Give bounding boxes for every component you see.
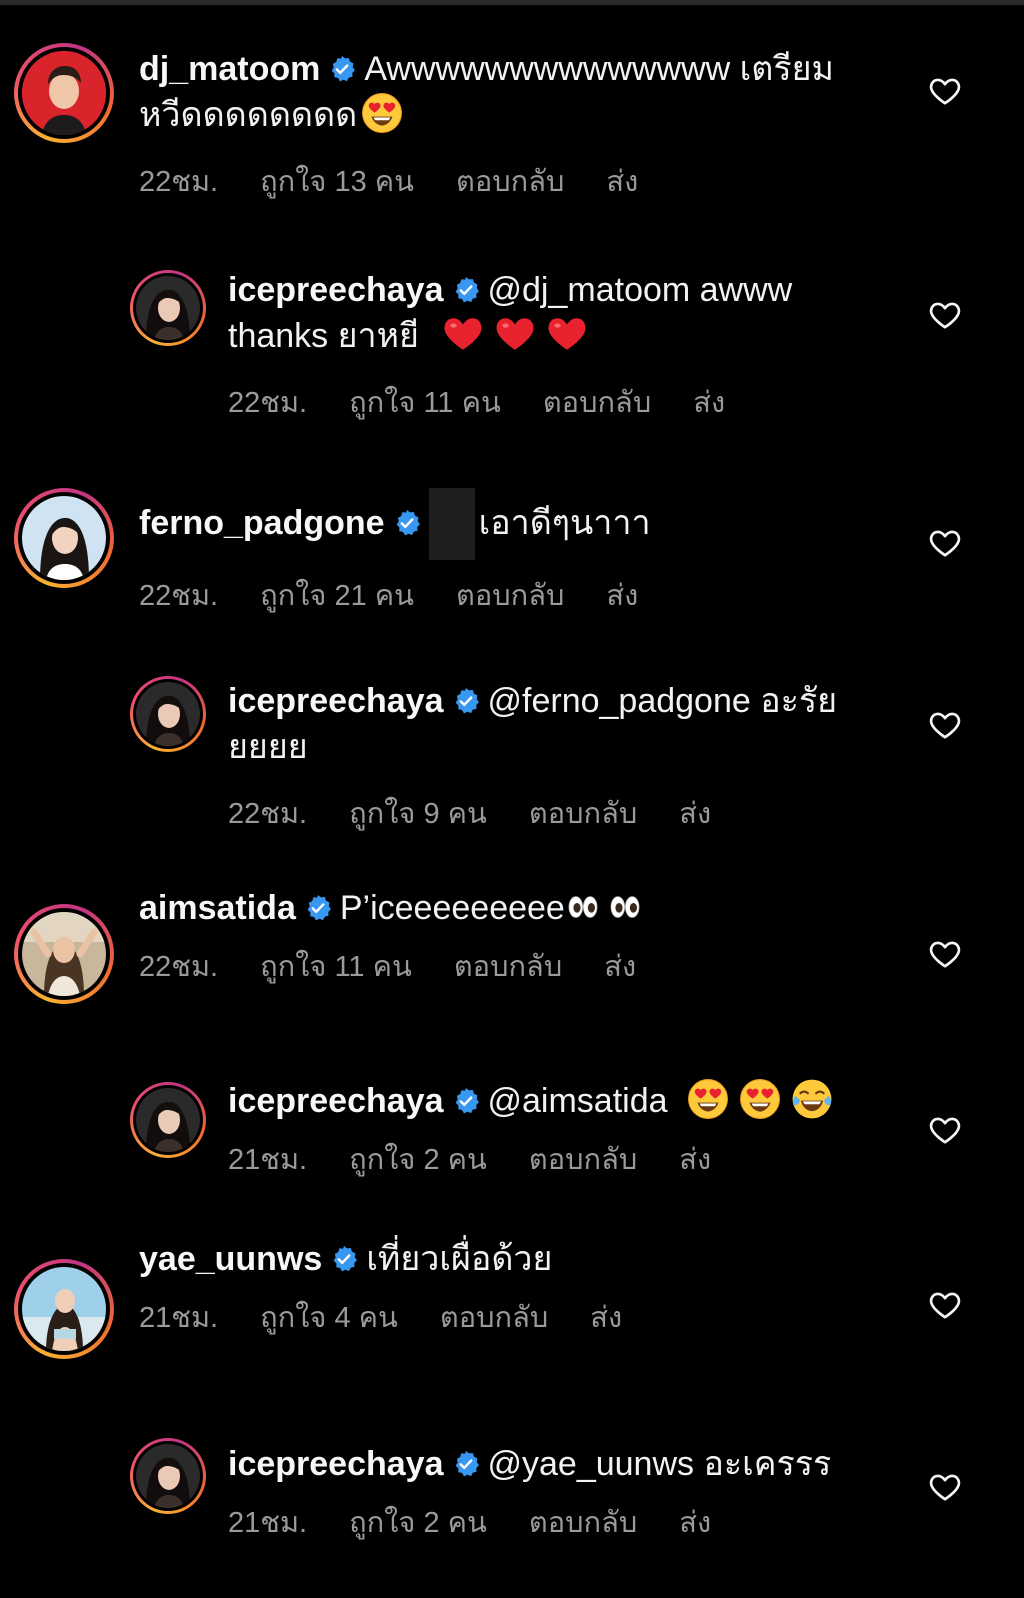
timestamp: 21ชม. [139, 1302, 219, 1334]
timestamp: 21ชม. [228, 1144, 308, 1176]
reply-button[interactable]: ตอบกลับ [456, 580, 564, 612]
eyes-emoji-icon [609, 891, 641, 923]
reply-button[interactable]: ตอบกลับ [529, 1144, 637, 1176]
avatar[interactable] [14, 488, 114, 588]
reply-button[interactable]: ตอบกลับ [456, 166, 564, 198]
comment-text: @aimsatida [487, 1082, 668, 1120]
reply-button[interactable]: ตอบกลับ [543, 387, 651, 419]
heart-outline-icon[interactable] [928, 526, 962, 560]
username[interactable]: icepreechaya [228, 271, 444, 309]
send-button[interactable]: ส่ง [693, 387, 725, 419]
red-heart-emoji-icon [442, 313, 484, 355]
comment-text: @yae_uunws อะเครรร [487, 1445, 832, 1483]
heart-outline-icon[interactable] [928, 1470, 962, 1504]
verified-badge-icon [452, 276, 480, 304]
likes-count[interactable]: ถูกใจ 2 คน [349, 1507, 487, 1539]
comment-meta: 21ชม. ถูกใจ 4 คน ตอบกลับ ส่ง [139, 1294, 859, 1340]
reply-button[interactable]: ตอบกลับ [454, 951, 562, 983]
reply-button[interactable]: ตอบกลับ [529, 1507, 637, 1539]
send-button[interactable]: ส่ง [590, 1302, 622, 1334]
likes-count[interactable]: ถูกใจ 11 คน [260, 951, 412, 983]
likes-count[interactable]: ถูกใจ 9 คน [349, 798, 487, 830]
verified-badge-icon [393, 509, 421, 537]
username[interactable]: aimsatida [139, 889, 296, 927]
heart-outline-icon[interactable] [928, 1288, 962, 1322]
username[interactable]: icepreechaya [228, 682, 444, 720]
avatar[interactable] [130, 1438, 206, 1514]
tears-of-joy-emoji-icon [791, 1078, 833, 1120]
comment-meta: 22ชม. ถูกใจ 13 คน ตอบกลับ ส่ง [139, 158, 859, 204]
username[interactable]: dj_matoom [139, 50, 320, 88]
reply-button[interactable]: ตอบกลับ [440, 1302, 548, 1334]
likes-count[interactable]: ถูกใจ 13 คน [260, 166, 414, 198]
reply-button[interactable]: ตอบกลับ [529, 798, 637, 830]
profile-photo [22, 1267, 106, 1351]
avatar[interactable] [14, 1259, 114, 1359]
avatar[interactable] [14, 904, 114, 1004]
heart-eyes-emoji-icon [687, 1078, 729, 1120]
profile-photo [22, 51, 106, 135]
likes-count[interactable]: ถูกใจ 4 คน [260, 1302, 398, 1334]
comment-meta: 22ชม. ถูกใจ 11 คน ตอบกลับ ส่ง [228, 379, 868, 425]
heart-outline-icon[interactable] [928, 1113, 962, 1147]
send-button[interactable]: ส่ง [679, 798, 711, 830]
comment-meta: 22ชม. ถูกใจ 9 คน ตอบกลับ ส่ง [228, 790, 868, 836]
heart-outline-icon[interactable] [928, 937, 962, 971]
heart-outline-icon[interactable] [928, 708, 962, 742]
timestamp: 22ชม. [228, 387, 308, 419]
profile-photo [136, 276, 200, 340]
likes-count[interactable]: ถูกใจ 2 คน [349, 1144, 487, 1176]
avatar[interactable] [130, 1082, 206, 1158]
heart-outline-icon[interactable] [928, 298, 962, 332]
verified-badge-icon [452, 687, 480, 715]
profile-photo [22, 912, 106, 996]
timestamp: 22ชม. [139, 580, 219, 612]
timestamp: 21ชม. [228, 1507, 308, 1539]
comment-meta: 22ชม. ถูกใจ 11 คน ตอบกลับ ส่ง [139, 943, 859, 989]
redacted-mention [428, 488, 475, 560]
verified-badge-icon [304, 894, 332, 922]
timestamp: 22ชม. [228, 798, 308, 830]
avatar[interactable] [14, 43, 114, 143]
profile-photo [136, 1088, 200, 1152]
likes-count[interactable]: ถูกใจ 21 คน [260, 580, 414, 612]
eyes-emoji-icon [567, 891, 599, 923]
avatar[interactable] [130, 676, 206, 752]
send-button[interactable]: ส่ง [604, 951, 636, 983]
verified-badge-icon [330, 1245, 358, 1273]
top-divider [0, 0, 1024, 5]
verified-badge-icon [328, 55, 356, 83]
profile-photo [136, 1444, 200, 1508]
comment-text: เที่ยวเผื่อด้วย [366, 1240, 553, 1278]
comment-text: P’iceeeeeeeee [339, 889, 565, 927]
send-button[interactable]: ส่ง [679, 1507, 711, 1539]
avatar[interactable] [130, 270, 206, 346]
comment-text: เอาดีๆนาาา [478, 504, 651, 542]
profile-photo [136, 682, 200, 746]
comment-meta: 21ชม. ถูกใจ 2 คน ตอบกลับ ส่ง [228, 1499, 868, 1545]
send-button[interactable]: ส่ง [679, 1144, 711, 1176]
likes-count[interactable]: ถูกใจ 11 คน [349, 387, 501, 419]
verified-badge-icon [452, 1087, 480, 1115]
username[interactable]: icepreechaya [228, 1445, 444, 1483]
username[interactable]: ferno_padgone [139, 504, 385, 542]
username[interactable]: yae_uunws [139, 1240, 322, 1278]
comment-meta: 21ชม. ถูกใจ 2 คน ตอบกลับ ส่ง [228, 1136, 868, 1182]
heart-outline-icon[interactable] [928, 74, 962, 108]
timestamp: 22ชม. [139, 166, 219, 198]
send-button[interactable]: ส่ง [606, 580, 638, 612]
send-button[interactable]: ส่ง [606, 166, 638, 198]
heart-eyes-emoji-icon [361, 92, 403, 134]
verified-badge-icon [452, 1450, 480, 1478]
red-heart-emoji-icon [546, 313, 588, 355]
timestamp: 22ชม. [139, 951, 219, 983]
comment-meta: 22ชม. ถูกใจ 21 คน ตอบกลับ ส่ง [139, 572, 859, 618]
profile-photo [22, 496, 106, 580]
heart-eyes-emoji-icon [739, 1078, 781, 1120]
red-heart-emoji-icon [494, 313, 536, 355]
username[interactable]: icepreechaya [228, 1082, 444, 1120]
